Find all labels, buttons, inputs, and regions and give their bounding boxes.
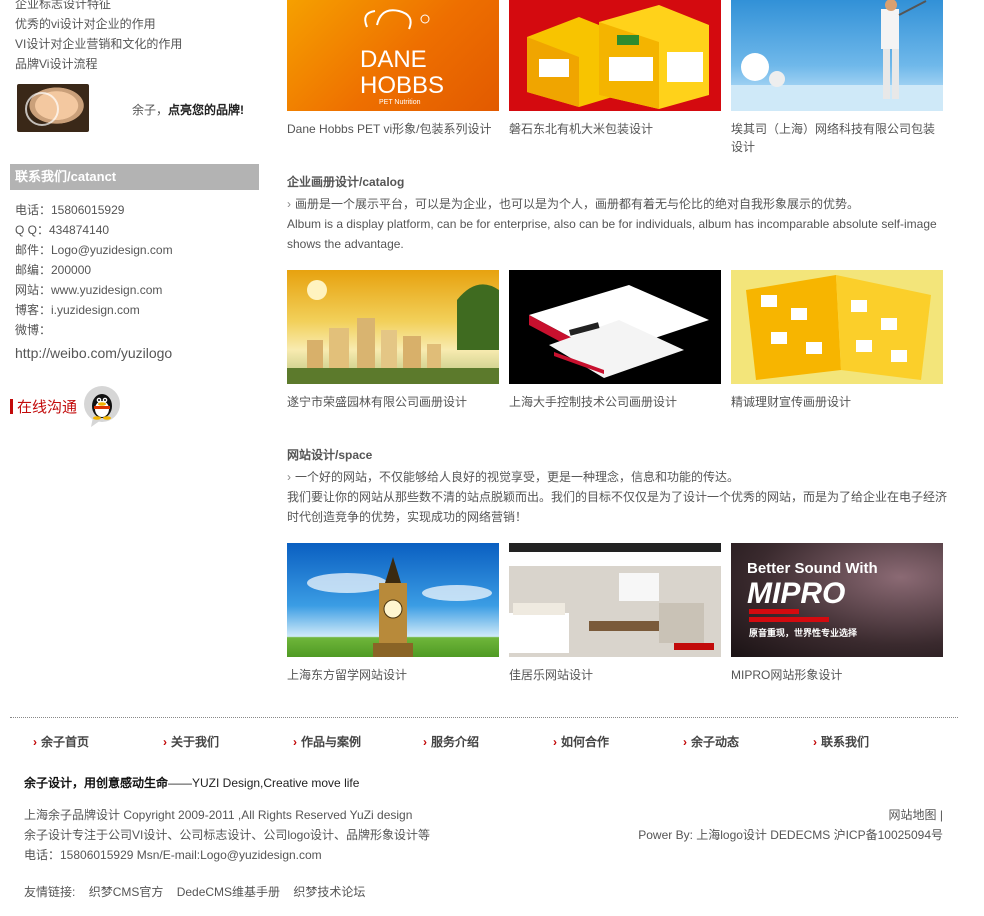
- contact-qq: Q Q：434874140: [15, 223, 110, 237]
- residential-towers-image: [287, 280, 499, 384]
- portfolio-thumb[interactable]: [731, 0, 943, 111]
- contact-email: 邮件：Logo@yuzidesign.com: [15, 243, 173, 257]
- furniture-website-image: [509, 543, 721, 657]
- chevron-right-icon: ›: [423, 735, 427, 749]
- portfolio-caption[interactable]: 埃其司（上海）网络科技有限公司包装设计: [731, 120, 943, 156]
- footer-nav-about[interactable]: › 关于我们: [163, 733, 219, 750]
- contact-blog: 博客：i.yuzidesign.com: [15, 303, 140, 317]
- footer-slogan: 余子设计，用创意感动生命——YUZI Design,Creative move …: [24, 776, 360, 790]
- dane-hobbs-logo-image: DANE HOBBS PET Nutrition: [360, 9, 444, 106]
- footer-copyright: 上海余子品牌设计 Copyright 2009-2011 ,All Rights…: [24, 808, 431, 862]
- friend-link[interactable]: DedeCMS维基手册: [177, 885, 280, 899]
- mipro-line-2: MIPRO: [747, 577, 845, 610]
- footer-nav: › 余子首页 › 关于我们 › 作品与案例 › 服务介绍 › 如何合作 › 余子动态 › 联系…: [33, 733, 933, 751]
- portfolio-thumb[interactable]: [287, 543, 499, 657]
- sitemap-link[interactable]: 网站地图 |: [638, 805, 943, 825]
- portfolio-thumb[interactable]: [509, 0, 721, 111]
- chevron-right-icon: ›: [33, 735, 37, 749]
- catalog-description: › 画册是一个展示平台，可以是为企业，也可以是为个人，画册都有着无与伦比的绝对自我…: [287, 197, 937, 251]
- portfolio-thumb[interactable]: [287, 270, 499, 384]
- footer-nav-contact[interactable]: › 联系我们: [813, 733, 869, 750]
- friend-links: 友情链接: 织梦CMS官方 DedeCMS维基手册 织梦技术论坛: [24, 883, 375, 900]
- article-link[interactable]: 品牌Vi设计流程: [15, 54, 255, 74]
- chevron-right-icon: ›: [287, 470, 291, 484]
- footer-nav-home[interactable]: › 余子首页: [33, 733, 89, 750]
- weibo-link[interactable]: http://weibo.com/yuzilogo: [15, 340, 255, 366]
- portfolio-caption[interactable]: 精诚理财宣传画册设计: [731, 393, 943, 411]
- catalog-section-title: 企业画册设计/catalog: [287, 175, 405, 189]
- footer-nav-works[interactable]: › 作品与案例: [293, 733, 361, 750]
- portfolio-caption[interactable]: Dane Hobbs PET vi形象/包装系列设计: [287, 120, 499, 138]
- promo-banner[interactable]: 余子，点亮您的品牌!: [17, 84, 257, 134]
- footer-divider: [10, 717, 958, 718]
- chevron-right-icon: ›: [293, 735, 297, 749]
- portfolio-thumb[interactable]: DANE HOBBS PET Nutrition: [287, 0, 499, 111]
- rice-package-image: [527, 5, 709, 109]
- portfolio-caption[interactable]: 上海东方留学网站设计: [287, 666, 499, 684]
- chevron-right-icon: ›: [813, 735, 817, 749]
- mipro-line-3: 原音重现，世界性专业选择: [749, 627, 858, 638]
- golfer-image: [731, 0, 943, 111]
- chevron-right-icon: ›: [683, 735, 687, 749]
- friend-link[interactable]: 织梦技术论坛: [293, 885, 365, 899]
- accent-bar: [10, 399, 13, 414]
- article-link[interactable]: VI设计对企业营销和文化的作用: [15, 34, 255, 54]
- online-chat-button[interactable]: 在线沟通: [10, 385, 150, 429]
- contact-phone: 电话：15806015929: [15, 203, 125, 217]
- finance-brochure-image: [746, 275, 931, 380]
- portfolio-caption[interactable]: 上海大手控制技术公司画册设计: [509, 393, 721, 411]
- boy-photo: [17, 84, 89, 132]
- friend-links-label: 友情链接:: [24, 885, 76, 899]
- contact-weibo-label: 微博：: [15, 323, 52, 337]
- portfolio-thumb[interactable]: [509, 543, 721, 657]
- portfolio-caption[interactable]: MIPRO网站形象设计: [731, 666, 943, 684]
- logo-text-3: PET Nutrition: [379, 99, 421, 106]
- portfolio-caption[interactable]: 佳居乐网站设计: [509, 666, 721, 684]
- brochure-image: [529, 285, 709, 378]
- contact-info: 电话：15806015929 Q Q：434874140 邮件：Logo@yuz…: [15, 200, 255, 366]
- portfolio-caption[interactable]: 磐石东北有机大米包装设计: [509, 120, 721, 138]
- qq-penguin-icon: [84, 386, 120, 427]
- article-link[interactable]: 企业标志设计特征: [15, 0, 255, 14]
- chevron-right-icon: ›: [553, 735, 557, 749]
- footer-nav-news[interactable]: › 余子动态: [683, 733, 739, 750]
- promo-text: 余子，点亮您的品牌!: [132, 103, 245, 117]
- big-ben-image: [307, 557, 492, 657]
- mipro-banner-image: Better Sound With MIPRO 原音重现，世界性专业选择: [747, 560, 878, 638]
- web-description: › 一个好的网站，不仅能够给人良好的视觉享受，更是一种理念，信息和功能的传达。 我…: [287, 470, 948, 524]
- article-link[interactable]: 优秀的vi设计对企业的作用: [15, 14, 255, 34]
- powered-by: Power By: 上海logo设计 DEDECMS 沪ICP备10025094…: [638, 828, 943, 842]
- footer-nav-services[interactable]: › 服务介绍: [423, 733, 479, 750]
- friend-link[interactable]: 织梦CMS官方: [89, 885, 164, 899]
- chevron-right-icon: ›: [163, 735, 167, 749]
- chevron-right-icon: ›: [287, 197, 291, 211]
- contact-title: 联系我们/catanct: [10, 164, 259, 190]
- mipro-line-1: Better Sound With: [747, 560, 878, 577]
- contact-zip: 邮编：200000: [15, 263, 92, 277]
- footer-right-info: 网站地图 | Power By: 上海logo设计 DEDECMS 沪ICP备1…: [638, 805, 943, 845]
- logo-text-2: HOBBS: [360, 72, 444, 99]
- portfolio-thumb[interactable]: [509, 270, 721, 384]
- logo-text-1: DANE: [360, 46, 427, 73]
- portfolio-thumb[interactable]: [731, 270, 943, 384]
- web-section-title: 网站设计/space: [287, 448, 373, 462]
- portfolio-caption[interactable]: 遂宁市荣盛园林有限公司画册设计: [287, 393, 499, 411]
- footer-nav-cooperation[interactable]: › 如何合作: [553, 733, 609, 750]
- contact-website: 网站：www.yuzidesign.com: [15, 283, 163, 297]
- article-links: 企业标志设计特征 优秀的vi设计对企业的作用 VI设计对企业营销和文化的作用 品…: [15, 0, 255, 74]
- portfolio-thumb[interactable]: Better Sound With MIPRO 原音重现，世界性专业选择: [731, 543, 943, 657]
- online-chat-label: 在线沟通: [17, 399, 78, 416]
